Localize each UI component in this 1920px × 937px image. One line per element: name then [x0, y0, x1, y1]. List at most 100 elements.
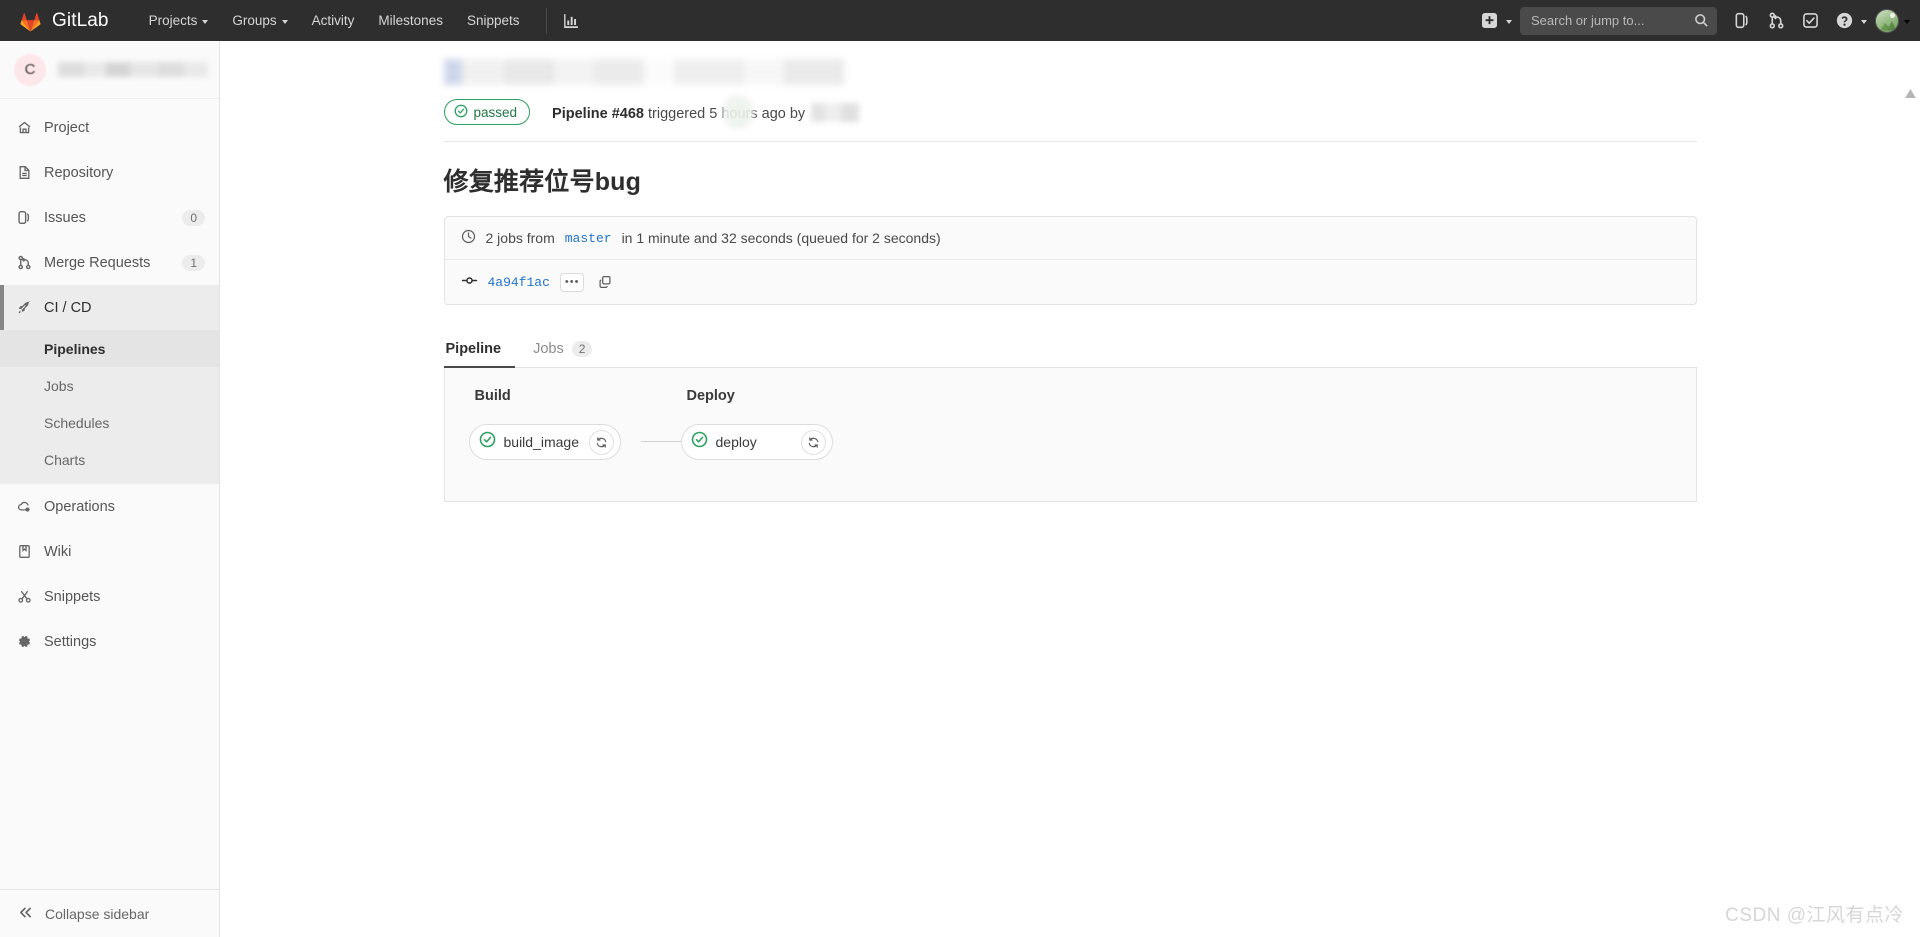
trigger-user-redacted — [811, 102, 860, 122]
job-node-deploy[interactable]: deploy — [680, 424, 833, 460]
sidebar-item-label: Wiki — [44, 543, 72, 560]
pipeline-info-card: 2 jobs from master in 1 minute and 32 se… — [443, 216, 1697, 305]
top-nav-projects-label: Projects — [148, 13, 198, 28]
sidebar-item-label: Merge Requests — [44, 254, 151, 271]
commit-sha-link[interactable]: 4a94f1ac — [488, 275, 550, 290]
search-input[interactable] — [1520, 6, 1717, 35]
tab-jobs[interactable]: Jobs 2 — [531, 331, 606, 368]
global-search[interactable] — [1520, 6, 1717, 35]
top-nav-links: Projects Groups Activity Milestones Snip… — [137, 0, 585, 41]
pipeline-header: passed Pipeline #468 triggered 5 hours a… — [443, 85, 1697, 142]
job-name: deploy — [715, 434, 757, 450]
chevron-down-icon — [1904, 19, 1910, 24]
breadcrumb-redacted — [443, 59, 844, 85]
watermark: CSDN @江风有点冷 — [1725, 905, 1904, 926]
sidebar-item-settings[interactable]: Settings — [0, 619, 219, 664]
commit-options-button[interactable]: ••• — [559, 272, 585, 292]
sidebar-cicd-submenu: Pipelines Jobs Schedules Charts — [0, 330, 219, 484]
sidebar-issues-count: 0 — [182, 209, 205, 226]
sidebar-nav: Project Repository Issues 0 Merge Reques… — [0, 99, 219, 664]
user-avatar[interactable] — [1875, 8, 1899, 33]
top-nav-groups-label: Groups — [232, 13, 277, 28]
top-nav-milestones[interactable]: Milestones — [366, 0, 455, 41]
sidebar-subitem-schedules[interactable]: Schedules — [0, 404, 219, 441]
main-content-area: passed Pipeline #468 triggered 5 hours a… — [220, 41, 1920, 937]
user-menu-dropdown[interactable] — [1871, 8, 1910, 33]
stage-name: Deploy — [686, 388, 735, 404]
sidebar-item-label: Snippets — [44, 588, 101, 605]
sidebar-item-wiki[interactable]: Wiki — [0, 529, 219, 574]
sidebar-merge-requests-count: 1 — [182, 254, 205, 271]
pipeline-number: #468 — [611, 105, 644, 122]
top-nav-activity[interactable]: Activity — [300, 0, 367, 41]
sidebar-item-snippets[interactable]: Snippets — [0, 574, 219, 619]
issues-icon — [16, 210, 32, 226]
job-node-build-image[interactable]: build_image — [468, 424, 621, 460]
project-avatar: C — [14, 53, 46, 86]
sidebar-subitem-pipelines[interactable]: Pipelines — [0, 330, 219, 367]
pipeline-stage-build: Build build_image — [468, 388, 703, 460]
chevron-down-icon — [1861, 19, 1867, 24]
sidebar-item-ci-cd[interactable]: CI / CD — [0, 285, 219, 330]
home-icon — [16, 120, 32, 136]
tab-jobs-label: Jobs — [533, 341, 564, 357]
cloud-gear-icon — [16, 499, 32, 515]
jobs-count-text: 2 jobs from — [485, 230, 555, 246]
status-success-icon — [454, 104, 468, 121]
chevron-down-icon — [281, 19, 288, 24]
stage-name: Build — [474, 388, 511, 404]
sidebar-item-label: Project — [44, 119, 90, 136]
chevron-down-icon — [202, 19, 209, 24]
status-badge-label: passed — [473, 104, 518, 120]
scroll-up-arrow-icon[interactable] — [1905, 85, 1916, 103]
sidebar-item-label: Issues — [44, 209, 86, 226]
book-icon — [16, 544, 32, 560]
branch-link[interactable]: master — [565, 231, 612, 246]
gitlab-logo-link[interactable]: GitLab — [18, 9, 109, 33]
page-title: 修复推荐位号bug — [443, 168, 642, 196]
top-nav-groups[interactable]: Groups — [220, 0, 299, 41]
top-nav-divider — [545, 7, 547, 34]
gitlab-brand-text: GitLab — [52, 9, 109, 31]
pipeline-page: passed Pipeline #468 triggered 5 hours a… — [443, 41, 1697, 502]
tab-jobs-count: 2 — [571, 341, 593, 357]
sidebar-subitem-jobs[interactable]: Jobs — [0, 367, 219, 404]
tab-pipeline-label: Pipeline — [445, 341, 502, 357]
plus-square-icon[interactable] — [1472, 0, 1506, 41]
merge-requests-icon — [16, 255, 32, 271]
chevron-down-icon — [1506, 19, 1512, 24]
project-sidebar: C Project Repository Issues 0 Merge Requ… — [0, 41, 220, 937]
sidebar-item-merge-requests[interactable]: Merge Requests 1 — [0, 240, 219, 285]
sidebar-item-project[interactable]: Project — [0, 105, 219, 150]
pipeline-header-text: Pipeline #468 triggered 5 hours ago by — [552, 102, 860, 122]
gear-icon — [16, 634, 32, 650]
sidebar-item-operations[interactable]: Operations — [0, 484, 219, 529]
collapse-sidebar-label: Collapse sidebar — [45, 905, 150, 922]
top-nav-right-group — [1472, 0, 1920, 41]
pipeline-commit-row: 4a94f1ac ••• — [444, 260, 1696, 304]
double-chevron-left-icon — [18, 905, 33, 923]
pipeline-word: Pipeline — [552, 105, 608, 122]
status-badge[interactable]: passed — [443, 99, 531, 125]
issues-icon[interactable] — [1725, 0, 1759, 41]
help-icon[interactable] — [1827, 0, 1861, 41]
sidebar-subitem-charts[interactable]: Charts — [0, 441, 219, 478]
status-success-icon — [691, 431, 708, 453]
todos-icon[interactable] — [1793, 0, 1827, 41]
top-nav-projects[interactable]: Projects — [137, 0, 221, 41]
retry-icon[interactable] — [588, 429, 614, 455]
sidebar-item-issues[interactable]: Issues 0 — [0, 195, 219, 240]
sidebar-item-repository[interactable]: Repository — [0, 150, 219, 195]
new-item-dropdown[interactable] — [1472, 0, 1516, 41]
gitlab-logo-icon — [18, 9, 43, 33]
sidebar-project-header[interactable]: C — [0, 41, 219, 99]
retry-icon[interactable] — [800, 429, 826, 455]
top-nav-snippets[interactable]: Snippets — [455, 0, 532, 41]
help-dropdown[interactable] — [1827, 0, 1871, 41]
merge-requests-icon[interactable] — [1759, 0, 1793, 41]
tab-pipeline[interactable]: Pipeline — [443, 331, 516, 368]
pipeline-tabs: Pipeline Jobs 2 — [443, 331, 1697, 368]
chart-bar-icon[interactable] — [557, 7, 585, 35]
copy-icon[interactable] — [594, 272, 616, 292]
collapse-sidebar-button[interactable]: Collapse sidebar — [0, 889, 219, 937]
